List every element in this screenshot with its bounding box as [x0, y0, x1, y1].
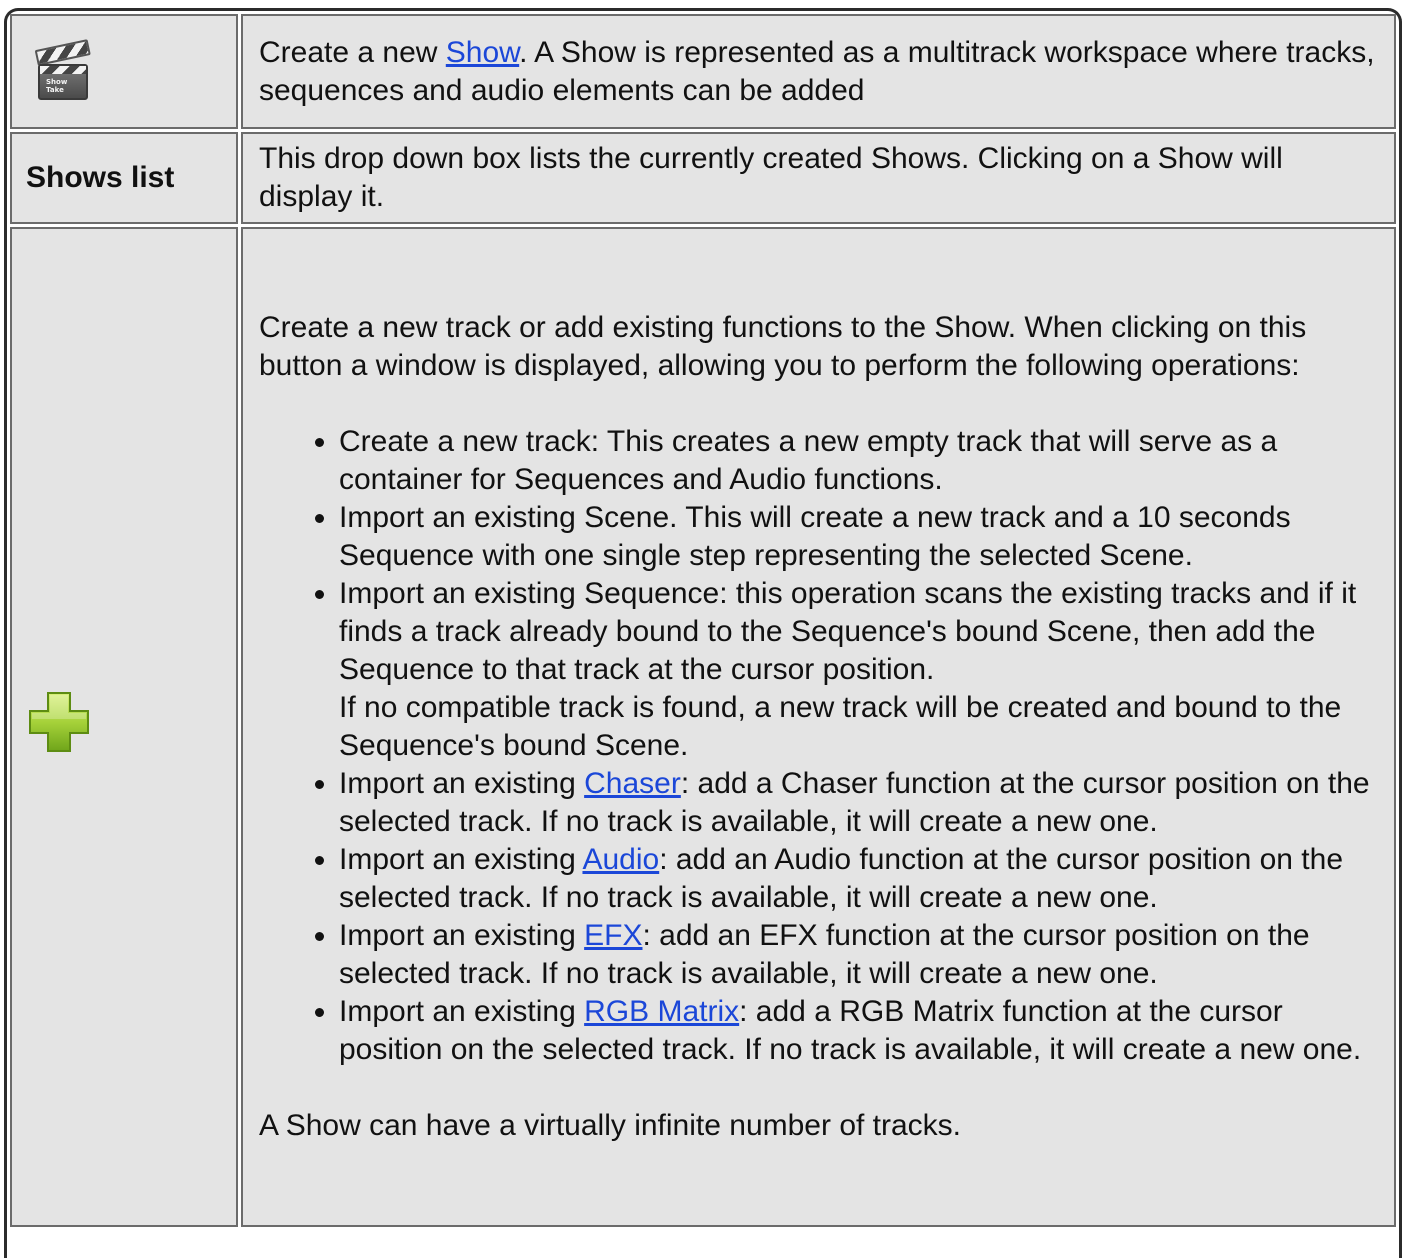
show-link[interactable]: Show: [446, 36, 519, 69]
rgb-matrix-link[interactable]: RGB Matrix: [584, 995, 739, 1028]
icon-cell: [10, 227, 238, 1227]
add-track-description: Create a new track or add existing funct…: [241, 227, 1396, 1227]
icon-cell: Show Take: [10, 14, 238, 129]
operations-list: Create a new track: This creates a new e…: [259, 423, 1380, 1069]
chaser-link[interactable]: Chaser: [584, 767, 681, 800]
add-track-intro: Create a new track or add existing funct…: [259, 311, 1307, 382]
table-row-new-show: Show Take Create a new Show. A Show is re…: [10, 14, 1396, 129]
efx-link[interactable]: EFX: [584, 919, 642, 952]
shows-list-description: This drop down box lists the currently c…: [241, 132, 1396, 224]
list-item: Import an existing Chaser: add a Chaser …: [339, 765, 1380, 841]
add-plus-icon: [29, 692, 89, 752]
list-item: Import an existing Scene. This will crea…: [339, 499, 1380, 575]
list-item: Import an existing EFX: add an EFX funct…: [339, 917, 1380, 993]
table-row-shows-list: Shows list This drop down box lists the …: [10, 132, 1396, 224]
list-item: Import an existing Sequence: this operat…: [339, 575, 1380, 765]
shows-list-label: Shows list: [10, 132, 238, 224]
help-table-frame: Show Take Create a new Show. A Show is re…: [4, 8, 1402, 1258]
audio-link[interactable]: Audio: [582, 843, 659, 876]
list-item: Create a new track: This creates a new e…: [339, 423, 1380, 499]
table-row-add-track: Create a new track or add existing funct…: [10, 227, 1396, 1227]
list-item: Import an existing RGB Matrix: add a RGB…: [339, 993, 1380, 1069]
help-table: Show Take Create a new Show. A Show is re…: [7, 11, 1399, 1230]
new-show-description: Create a new Show. A Show is represented…: [241, 14, 1396, 129]
add-track-outro: A Show can have a virtually infinite num…: [259, 1109, 962, 1142]
list-item: Import an existing Audio: add an Audio f…: [339, 841, 1380, 917]
clapperboard-icon: Show Take: [34, 38, 91, 100]
